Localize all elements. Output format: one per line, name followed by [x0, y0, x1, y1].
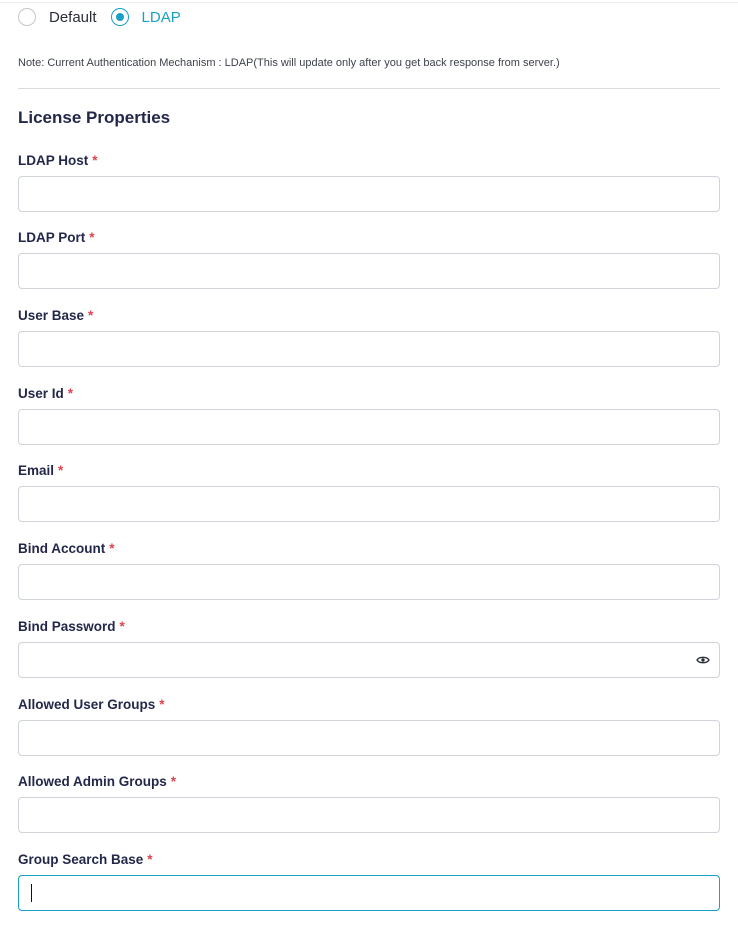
field-label-bind-password: Bind Password *: [18, 618, 720, 636]
group-search-base-input[interactable]: [19, 876, 719, 910]
email-input[interactable]: [19, 487, 719, 521]
user-base-input-box: [18, 331, 720, 367]
field-label-group-search-base: Group Search Base *: [18, 851, 720, 869]
section-title: License Properties: [18, 108, 171, 127]
ldap-host-input-box: [18, 176, 720, 212]
top-border: [0, 2, 738, 3]
required-marker: *: [159, 697, 165, 712]
field-email: Email *: [18, 462, 720, 522]
required-marker: *: [88, 308, 94, 323]
text-cursor: [31, 884, 32, 902]
group-search-base-input-box: [18, 875, 720, 911]
email-input-box: [18, 486, 720, 522]
radio-option-ldap[interactable]: LDAP: [110, 8, 181, 26]
bind-password-input-box: [18, 642, 720, 678]
field-label-bind-account: Bind Account *: [18, 540, 720, 558]
field-label-user-base: User Base *: [18, 307, 720, 325]
field-label-ldap-host: LDAP Host *: [18, 152, 720, 170]
required-marker: *: [119, 619, 125, 634]
ldap-port-input[interactable]: [19, 254, 719, 288]
radio-option-default[interactable]: Default: [18, 8, 97, 26]
label-text: LDAP Port: [18, 230, 86, 245]
field-ldap-host: LDAP Host *: [18, 152, 720, 212]
label-text: LDAP Host: [18, 153, 89, 168]
section-divider: [18, 88, 720, 89]
label-text: User Id: [18, 386, 64, 401]
required-marker: *: [89, 230, 95, 245]
allowed-user-groups-input[interactable]: [19, 721, 719, 755]
field-user-id: User Id *: [18, 385, 720, 445]
required-marker: *: [92, 153, 98, 168]
label-text: Bind Account: [18, 541, 106, 556]
label-text: User Base: [18, 308, 85, 323]
allowed-user-groups-input-box: [18, 720, 720, 756]
bind-account-input[interactable]: [19, 565, 719, 599]
field-label-user-id: User Id *: [18, 385, 720, 403]
field-group-search-base: Group Search Base *: [18, 851, 720, 911]
field-bind-account: Bind Account *: [18, 540, 720, 600]
required-marker: *: [170, 774, 177, 789]
field-user-base: User Base *: [18, 307, 720, 367]
required-marker: *: [67, 386, 74, 401]
field-label-email: Email *: [18, 462, 720, 480]
field-allowed-admin-groups: Allowed Admin Groups *: [18, 773, 720, 833]
user-id-input-box: [18, 409, 720, 445]
field-bind-password: Bind Password *: [18, 618, 720, 678]
radio-ldap[interactable]: [110, 8, 129, 26]
bind-account-input-box: [18, 564, 720, 600]
label-text: Group Search Base: [18, 852, 144, 867]
label-text: Bind Password: [18, 619, 116, 634]
radio-default[interactable]: [18, 8, 36, 26]
label-text: Allowed Admin Groups: [18, 774, 167, 789]
auth-mode-radio-group: Default LDAP: [18, 6, 181, 28]
required-marker: *: [58, 463, 64, 478]
allowed-admin-groups-input-box: [18, 797, 720, 833]
field-label-allowed-user-groups: Allowed User Groups *: [18, 696, 720, 714]
bind-password-input[interactable]: [19, 643, 719, 677]
ldap-port-input-box: [18, 253, 720, 289]
label-text: Email: [18, 463, 55, 478]
field-ldap-port: LDAP Port *: [18, 229, 720, 289]
field-allowed-user-groups: Allowed User Groups *: [18, 696, 720, 756]
radio-label-ldap: LDAP: [141, 8, 181, 26]
label-text: Allowed User Groups: [18, 697, 156, 712]
auth-mechanism-note: Note: Current Authentication Mechanism :…: [18, 57, 560, 69]
user-base-input[interactable]: [19, 332, 719, 366]
field-label-allowed-admin-groups: Allowed Admin Groups *: [18, 773, 720, 791]
user-id-input[interactable]: [19, 410, 719, 444]
eye-icon[interactable]: [696, 654, 710, 666]
field-label-ldap-port: LDAP Port *: [18, 229, 720, 247]
radio-selected-dot: [115, 13, 124, 21]
ldap-settings-page: Default LDAP Note: Current Authenticatio…: [0, 0, 738, 925]
ldap-host-input[interactable]: [19, 177, 719, 211]
required-marker: *: [147, 852, 153, 867]
required-marker: *: [109, 541, 115, 556]
radio-label-default: Default: [49, 8, 97, 26]
allowed-admin-groups-input[interactable]: [19, 798, 719, 832]
